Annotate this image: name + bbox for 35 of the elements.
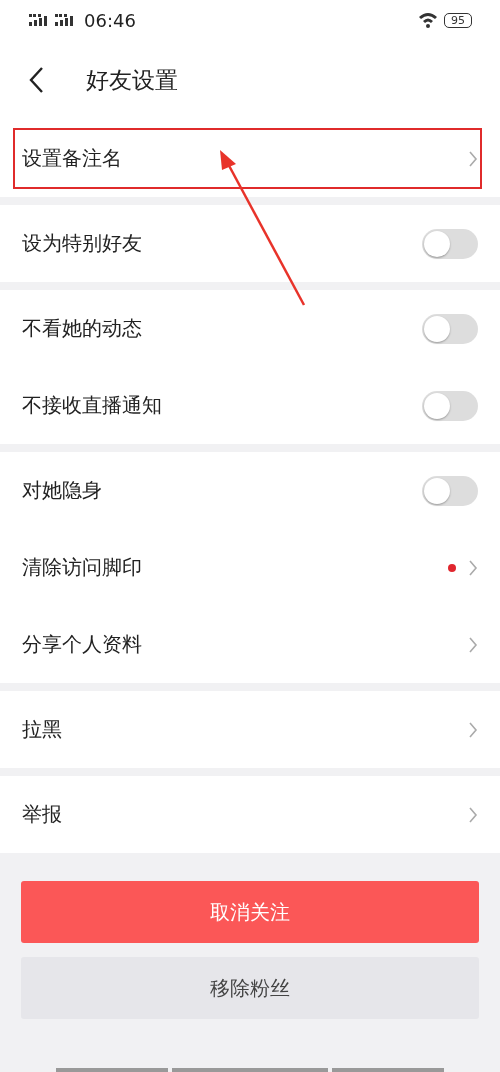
toggle-switch[interactable] — [422, 313, 478, 344]
remove-follower-button[interactable]: 移除粉丝 — [21, 957, 479, 1019]
toggle-switch[interactable] — [422, 390, 478, 421]
toggle-switch[interactable] — [422, 228, 478, 259]
chevron-icon — [468, 149, 478, 168]
page-title: 好友设置 — [86, 65, 178, 95]
row-label: 举报 — [22, 801, 62, 828]
signal-icon — [28, 13, 50, 27]
battery-indicator: 95 — [444, 12, 472, 28]
settings-row[interactable]: 清除访问脚印 — [0, 529, 500, 606]
status-time: 06:46 — [84, 9, 136, 31]
row-label: 不看她的动态 — [22, 315, 142, 342]
settings-row[interactable]: 设置备注名 — [0, 120, 500, 197]
settings-row[interactable]: 拉黑 — [0, 691, 500, 768]
settings-row[interactable]: 对她隐身 — [0, 452, 500, 529]
settings-row[interactable]: 不看她的动态 — [0, 290, 500, 367]
chevron-icon — [468, 805, 478, 824]
settings-row[interactable]: 分享个人资料 — [0, 606, 500, 683]
row-label: 拉黑 — [22, 716, 62, 743]
row-label: 对她隐身 — [22, 477, 102, 504]
back-icon[interactable] — [28, 66, 44, 94]
chevron-icon — [468, 558, 478, 577]
row-label: 设为特别好友 — [22, 230, 142, 257]
toggle-switch[interactable] — [422, 475, 478, 506]
signal-icon — [54, 13, 76, 27]
settings-row[interactable]: 举报 — [0, 776, 500, 853]
wifi-icon — [418, 12, 440, 28]
row-label: 不接收直播通知 — [22, 392, 162, 419]
settings-row[interactable]: 设为特别好友 — [0, 205, 500, 282]
row-label: 清除访问脚印 — [22, 554, 142, 581]
row-label: 分享个人资料 — [22, 631, 142, 658]
settings-row[interactable]: 不接收直播通知 — [0, 367, 500, 444]
chevron-icon — [468, 720, 478, 739]
row-label: 设置备注名 — [22, 145, 122, 172]
chevron-icon — [468, 635, 478, 654]
